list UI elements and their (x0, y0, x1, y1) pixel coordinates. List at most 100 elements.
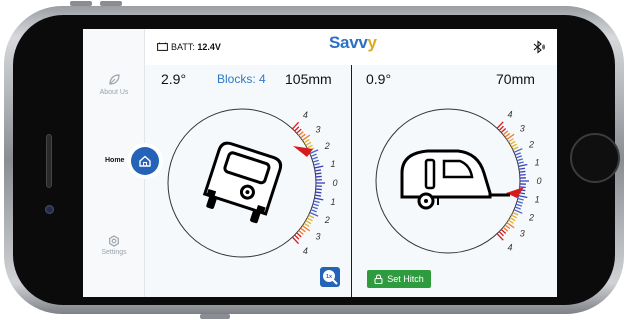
gauge-tick (309, 211, 319, 217)
gauge-tick (513, 148, 523, 153)
caravan-rear-icon (202, 141, 283, 224)
panel-divider (351, 65, 352, 297)
gauge-tick (504, 132, 511, 138)
gauge-tick (314, 169, 322, 172)
gauge-tick (315, 191, 322, 194)
gauge-tick (512, 146, 519, 151)
gauge-tick-label: 0 (536, 176, 541, 186)
left-level-gauge: 432101234 (167, 108, 338, 258)
gauge-tick-label: 2 (528, 140, 534, 150)
gauge-tick (518, 163, 528, 167)
gauge-tick (298, 230, 304, 235)
bluetooth-icon[interactable] (531, 40, 545, 54)
gauge-tick (300, 133, 306, 139)
gauge-tick (311, 156, 318, 160)
set-hitch-label: Set Hitch (387, 274, 424, 284)
gauge-tick (305, 141, 312, 146)
sidebar-item-label: About Us (99, 89, 129, 96)
gauge-tick (515, 203, 523, 207)
lock-icon (374, 274, 383, 284)
gauge-tick (498, 231, 504, 237)
sidebar-item-label: Home (105, 157, 125, 164)
gauge-tick (504, 224, 511, 230)
gauge-scale: 432101234 (496, 109, 542, 253)
gauge-tick-label: 1 (331, 159, 336, 169)
gauge-tick-label: 4 (508, 243, 513, 253)
zoom-button[interactable]: 1x (320, 267, 340, 287)
zoom-icon: 1x (323, 270, 338, 285)
gauge-tick (308, 214, 315, 219)
svg-text:1x: 1x (326, 274, 333, 280)
gauge-tick (306, 217, 313, 222)
left-angle-readout: 2.9° (161, 71, 187, 87)
volume-button (70, 1, 92, 6)
earpiece-speaker (46, 134, 52, 188)
gauge-tick (313, 200, 320, 204)
gauge-tick (305, 220, 312, 225)
sidebar-item-home[interactable] (131, 147, 159, 175)
gauge-tick (303, 139, 310, 144)
gauge-tick-label: 4 (303, 110, 308, 120)
phone-home-button[interactable] (570, 133, 620, 183)
gauge-tick (509, 140, 516, 145)
gauge-tick (502, 226, 509, 232)
gauge-tick (298, 131, 304, 136)
right-level-gauge: 432101234 (375, 108, 542, 254)
gauge-tick (519, 170, 526, 173)
gauge-tick-label: 3 (315, 232, 320, 242)
gauge-tick (300, 227, 306, 233)
caravan-side-icon (400, 149, 510, 210)
battery-label: BATT: (171, 42, 195, 52)
gauge-tick-label: 3 (520, 123, 525, 133)
app-screen: About Us Settings Home BATT: 12.4V Savvy (83, 29, 557, 297)
gauge-tick-label: 4 (508, 109, 513, 119)
volume-button (100, 1, 122, 6)
gauge-tick (312, 203, 319, 207)
gauge-tick-label: 2 (324, 141, 330, 151)
blocks-count: Blocks: 4 (217, 72, 266, 86)
gauge-tick (314, 165, 324, 169)
gauge-tick (306, 144, 313, 149)
gauge-tick (511, 143, 518, 148)
gauge-tick (502, 130, 509, 136)
gauge-tick-label: 2 (528, 212, 534, 222)
gauge-tick (516, 200, 523, 204)
right-angle-readout: 0.9° (366, 71, 392, 87)
gauge-tick (517, 197, 524, 201)
gauge-tick-label: 1 (535, 195, 540, 205)
gauge-tick (294, 126, 300, 132)
gauge-tick (500, 128, 507, 134)
gauge-tick-label: 3 (520, 229, 525, 239)
sidebar-item-about[interactable]: About Us (83, 73, 145, 96)
sidebar-item-settings[interactable]: Settings (83, 235, 145, 256)
gauge-tick-label: 0 (332, 178, 337, 188)
gauge-tick (294, 234, 300, 240)
gauge-tick (511, 214, 518, 219)
set-hitch-button[interactable]: Set Hitch (367, 270, 431, 288)
gauge-tick (508, 138, 514, 143)
sidebar-item-label: Settings (101, 249, 127, 256)
gauge-tick (313, 162, 320, 166)
leaf-icon (109, 74, 120, 85)
gauge-tick (303, 222, 310, 227)
top-bar: BATT: 12.4V Savvy (145, 29, 557, 65)
gauge-tick (517, 161, 524, 165)
gauge-tick-label: 3 (315, 124, 320, 134)
battery-status: BATT: 12.4V (157, 42, 221, 52)
gauge-tick (312, 159, 319, 163)
gauge-tick-label: 4 (303, 246, 308, 256)
gear-icon (109, 235, 119, 247)
battery-value: 12.4V (197, 42, 221, 52)
gauge-tick (518, 167, 526, 170)
gauge-tick (513, 209, 523, 214)
gauge-tick (498, 125, 504, 131)
gauge-scale: 432101234 (291, 110, 338, 256)
front-camera (45, 205, 54, 214)
gauge-tick (512, 211, 519, 216)
gauge-tick (516, 158, 523, 162)
gauge-tick (296, 128, 302, 134)
gauge-tick (315, 172, 322, 175)
gauge-tick-label: 1 (535, 157, 540, 167)
left-height-readout: 105mm (285, 71, 332, 87)
gauge-tick (514, 206, 521, 210)
